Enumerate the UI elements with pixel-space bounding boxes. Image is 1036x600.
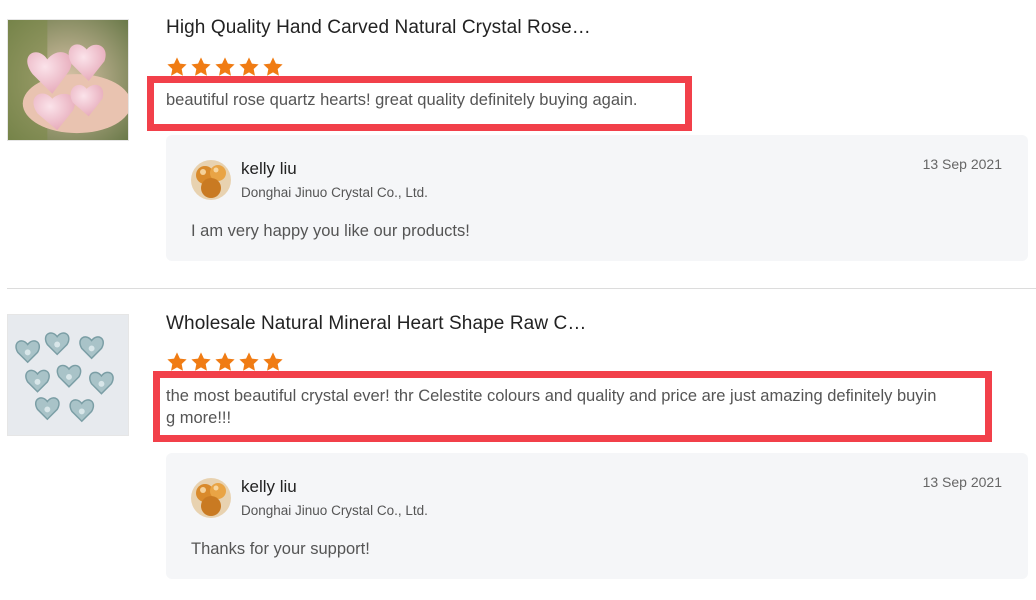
star-icon	[239, 352, 259, 371]
star-icon	[167, 352, 187, 371]
product-title[interactable]: High Quality Hand Carved Natural Crystal…	[166, 17, 591, 39]
star-icon	[215, 352, 235, 371]
star-icon	[191, 57, 211, 76]
reply-date: 13 Sep 2021	[922, 156, 1002, 172]
star-icon	[191, 352, 211, 371]
reply-text: I am very happy you like our products!	[191, 222, 470, 240]
review-text: the most beautiful crystal ever! thr Cel…	[166, 385, 936, 429]
review-text: beautiful rose quartz hearts! great qual…	[166, 91, 638, 109]
avatar	[191, 478, 231, 518]
avatar	[191, 160, 231, 200]
product-thumbnail[interactable]	[7, 314, 129, 436]
review-text-line: g more!!!	[166, 409, 232, 427]
review-text-line: the most beautiful crystal ever! thr Cel…	[166, 387, 937, 405]
seller-reply: kelly liu Donghai Jinuo Crystal Co., Ltd…	[166, 135, 1028, 261]
star-rating	[166, 56, 284, 78]
star-icon	[263, 57, 283, 76]
star-icon	[215, 57, 235, 76]
reply-company: Donghai Jinuo Crystal Co., Ltd.	[241, 503, 428, 518]
star-icon	[239, 57, 259, 76]
star-rating	[166, 351, 284, 373]
reply-author-name: kelly liu	[241, 159, 297, 178]
reply-author-name: kelly liu	[241, 477, 297, 496]
product-title[interactable]: Wholesale Natural Mineral Heart Shape Ra…	[166, 313, 586, 335]
divider	[7, 288, 1036, 289]
star-icon	[167, 57, 187, 76]
seller-reply: kelly liu Donghai Jinuo Crystal Co., Ltd…	[166, 453, 1028, 579]
product-thumbnail[interactable]	[7, 19, 129, 141]
star-icon	[263, 352, 283, 371]
reply-text: Thanks for your support!	[191, 540, 370, 558]
reply-company: Donghai Jinuo Crystal Co., Ltd.	[241, 185, 428, 200]
reply-date: 13 Sep 2021	[922, 474, 1002, 490]
